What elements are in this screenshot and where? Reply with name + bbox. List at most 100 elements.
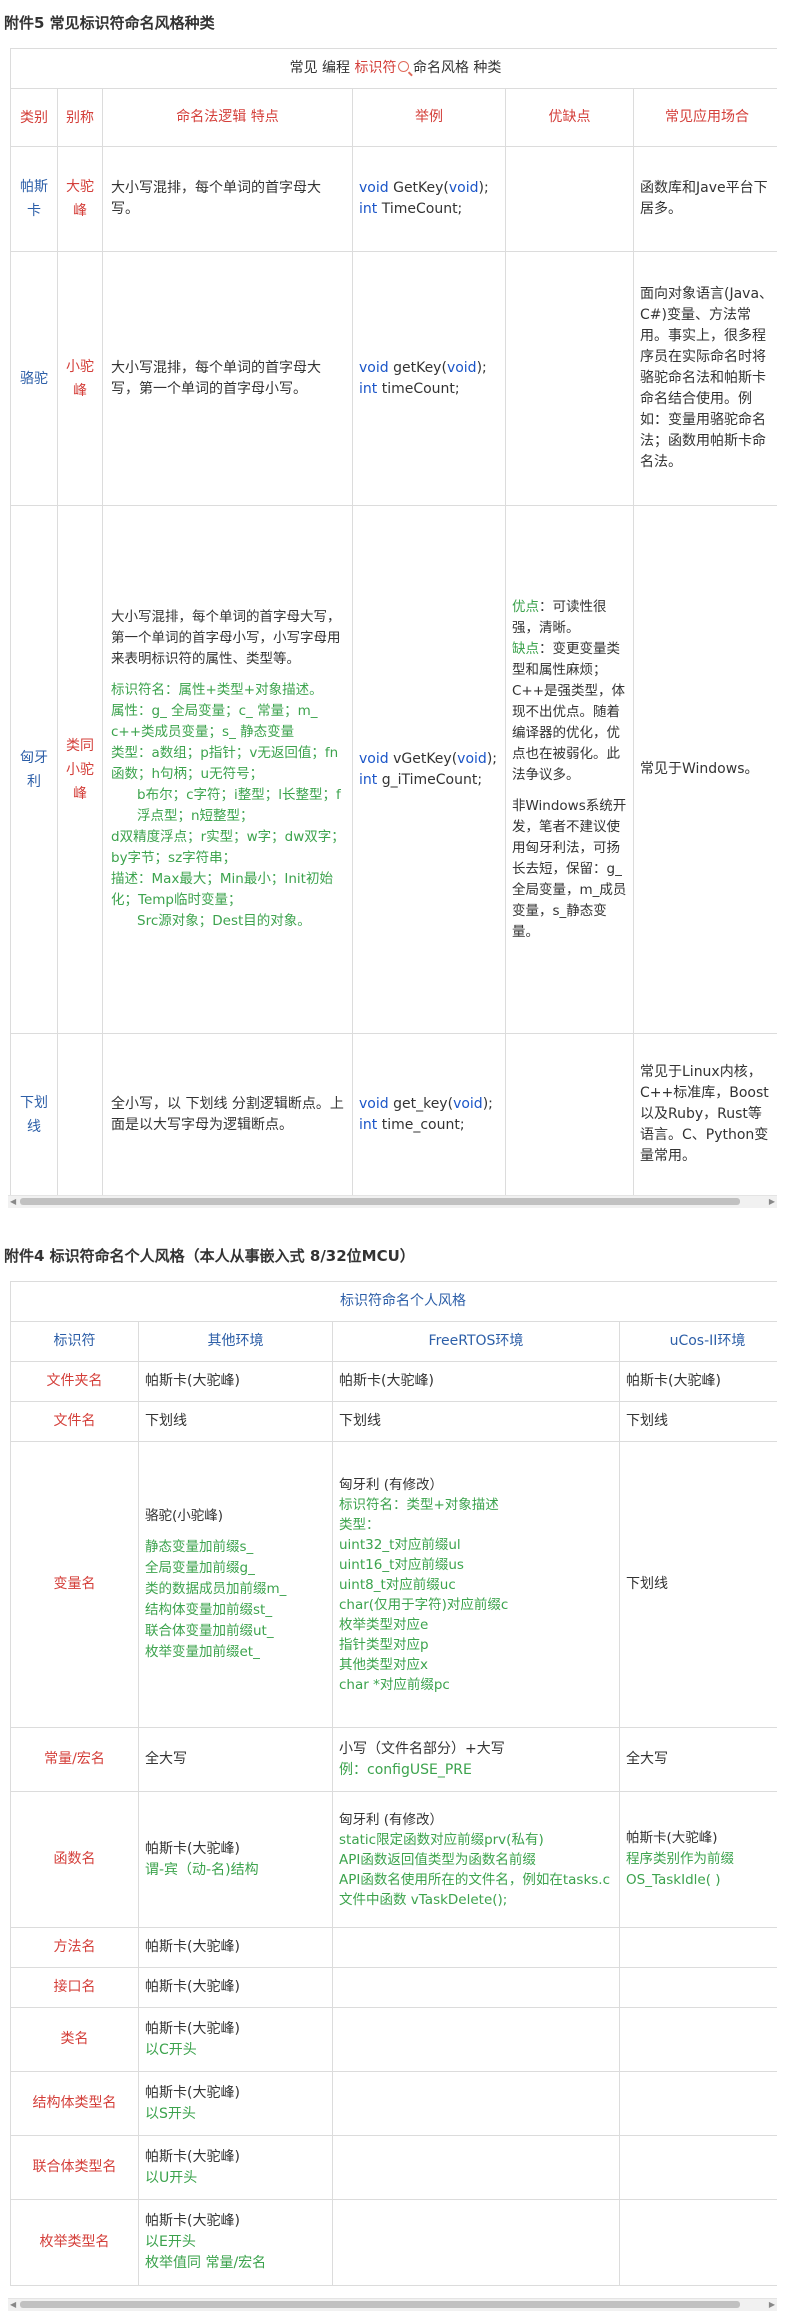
cell-freertos: 匈牙利 (有修改） static限定函数对应前缀prv(私有) API函数返回值… — [332, 1791, 620, 1928]
cell-other: 帕斯卡(大驼峰) 谓-宾（动-名)结构 — [138, 1791, 333, 1928]
category-hungarian: 匈牙利 — [10, 505, 58, 1034]
code: get_key( — [388, 1095, 454, 1112]
text: 帕斯卡(大驼峰) — [145, 2084, 240, 2101]
cons-label: 缺点 — [512, 640, 539, 657]
scroll-left-arrow-icon[interactable]: ◀ — [10, 2300, 16, 2309]
header-identifier: 标识符 — [10, 1321, 139, 1362]
table-row: 联合体类型名 帕斯卡(大驼峰) 以U开头 — [10, 2135, 777, 2200]
header-logic: 命名法逻辑 特点 — [102, 88, 353, 147]
hungarian-types-1: 类型：a数组；p指针；v无返回值；fn函数；h句柄；u无符号； — [111, 745, 339, 782]
cell-ucos: 帕斯卡(大驼峰) — [619, 1361, 777, 1402]
code: vGetKey( — [388, 750, 458, 767]
text: 帕斯卡(大驼峰) — [145, 2213, 240, 2229]
cell-freertos — [332, 1967, 620, 2008]
code: ); — [482, 1095, 493, 1112]
alias-underscore — [57, 1033, 103, 1196]
text: API函数名使用所在的文件名，例如在tasks.c文件中函数 vTaskDele… — [339, 1871, 611, 1908]
scrollbar-thumb[interactable] — [20, 1198, 740, 1205]
usage-underscore: 常见于Linux内核，C++标准库，Boost以及Ruby，Rust等语言。C、… — [633, 1033, 777, 1196]
text: 帕斯卡(大驼峰) — [145, 2148, 240, 2165]
text: 类的数据成员加前缀m_ — [145, 1581, 287, 1597]
cell-freertos: 匈牙利 (有修改） 标识符名：类型+对象描述 类型： uint32_t对应前缀u… — [332, 1441, 620, 1728]
text: 以U开头 — [145, 2169, 198, 2186]
category-camel: 骆驼 — [10, 251, 58, 506]
table-row: 帕斯卡 大驼峰 大小写混排，每个单词的首字母大写。 void GetKey(vo… — [10, 146, 777, 252]
alias-upper-camel: 大驼峰 — [57, 146, 103, 252]
hungarian-desc: 大小写混排，每个单词的首字母大写，第一个单词的首字母小写，小写字母用来表明标识符… — [111, 609, 341, 667]
header-other-env: 其他环境 — [138, 1321, 333, 1362]
text: 匈牙利 (有修改） — [339, 1811, 444, 1828]
hungarian-desc-words: 描述：Max最大；Min最小；Init初始化；Temp临时变量； — [111, 871, 333, 908]
text: 以S开头 — [145, 2105, 196, 2122]
search-icon[interactable] — [397, 61, 409, 72]
category-underscore: 下划线 — [10, 1033, 58, 1196]
hungarian-format: 标识符名：属性+类型+对象描述。 — [111, 682, 323, 698]
cell-ucos — [619, 1927, 777, 1968]
text: char(仅用于字符)对应前缀c — [339, 1596, 509, 1613]
pros-camel — [505, 251, 634, 506]
table1-horizontal-scrollbar[interactable]: ◀ ▶ — [8, 1195, 777, 1208]
usage-hungarian: 常见于Windows。 — [633, 505, 777, 1034]
text: 其他类型对应x — [339, 1656, 428, 1673]
cell-other: 帕斯卡(大驼峰) — [138, 1967, 333, 2008]
text: OS_TaskIdle( ) — [626, 1872, 721, 1888]
code: getKey( — [388, 359, 447, 376]
table2-caption: 附件4 标识符命名个人风格（本人从事嵌入式 8/32位MCU） — [4, 1247, 415, 1265]
pros-underscore — [505, 1033, 634, 1196]
table2-container: 标识符命名个人风格 标识符 其他环境 FreeRTOS环境 uCos-II环境 … — [10, 1281, 777, 2286]
text: 以C开头 — [145, 2041, 197, 2058]
alias-lower-camel: 小驼峰 — [57, 251, 103, 506]
cell-freertos — [332, 2007, 620, 2072]
usage-camel: 面向对象语言(Java、C#)变量、方法常用。事实上，很多程序员在实际命名时将骆… — [633, 251, 777, 506]
cell-ucos — [619, 1967, 777, 2008]
cell-other: 帕斯卡(大驼峰) 以S开头 — [138, 2071, 333, 2136]
cell-other: 帕斯卡(大驼峰) 以U开头 — [138, 2135, 333, 2200]
logic-camel: 大小写混排，每个单词的首字母大写，第一个单词的首字母小写。 — [102, 251, 353, 506]
table-row: 接口名 帕斯卡(大驼峰) — [10, 1967, 777, 2008]
logic-pascal: 大小写混排，每个单词的首字母大写。 — [102, 146, 353, 252]
table1-banner-row: 常见 编程 标识符 命名风格 种类 — [10, 48, 777, 89]
text: 帕斯卡(大驼峰) — [145, 1840, 240, 1857]
table2-banner: 标识符命名个人风格 — [10, 1281, 777, 1322]
table2-horizontal-scrollbar[interactable]: ◀ ▶ — [8, 2298, 777, 2311]
text: 程序类别作为前缀 — [626, 1851, 734, 1867]
cell-other: 骆驼(小驼峰) 静态变量加前缀s_ 全局变量加前缀g_ 类的数据成员加前缀m_ … — [138, 1441, 333, 1728]
table-row: 变量名 骆驼(小驼峰) 静态变量加前缀s_ 全局变量加前缀g_ 类的数据成员加前… — [10, 1441, 777, 1728]
table2-banner-row: 标识符命名个人风格 — [10, 1281, 777, 1322]
table-row: 类名 帕斯卡(大驼峰) 以C开头 — [10, 2007, 777, 2072]
text: 标识符名：类型+对象描述 — [339, 1496, 499, 1513]
cell-ucos — [619, 2135, 777, 2200]
cell-freertos — [332, 2199, 620, 2286]
text: static限定函数对应前缀prv(私有) — [339, 1831, 544, 1848]
table-row: 枚举类型名 帕斯卡(大驼峰) 以E开头 枚举值同 常量/宏名 — [10, 2199, 777, 2286]
kw: int — [359, 380, 378, 397]
example-camel: void getKey(void); int timeCount; — [352, 251, 506, 506]
example-hungarian: void vGetKey(void); int g_iTimeCount; — [352, 505, 506, 1034]
scroll-left-arrow-icon[interactable]: ◀ — [10, 1197, 16, 1206]
id-file: 文件名 — [10, 1401, 139, 1442]
id-method: 方法名 — [10, 1927, 139, 1968]
hungarian-types-2: b布尔；c字符；i整型；l长整型；f浮点型；n短整型； — [137, 787, 341, 824]
kw: int — [359, 201, 378, 217]
id-function: 函数名 — [10, 1791, 139, 1928]
cons-text: ：变更变量类型和属性麻烦；C++是强类型，体现不出优点。随着编译器的优化，优点也… — [512, 640, 626, 783]
table-row: 结构体类型名 帕斯卡(大驼峰) 以S开头 — [10, 2071, 777, 2136]
cell-other: 下划线 — [138, 1401, 333, 1442]
cell-ucos: 全大写 — [619, 1727, 777, 1792]
id-enum-type: 枚举类型名 — [10, 2199, 139, 2286]
cell-ucos — [619, 2007, 777, 2072]
table-row: 下划线 全小写，以 下划线 分割逻辑断点。上面是以大写字母为逻辑断点。 void… — [10, 1033, 777, 1196]
cell-ucos — [619, 2199, 777, 2286]
scrollbar-thumb[interactable] — [20, 2301, 740, 2308]
id-class: 类名 — [10, 2007, 139, 2072]
logic-hungarian: 大小写混排，每个单词的首字母大写，第一个单词的首字母小写，小写字母用来表明标识符… — [102, 505, 353, 1034]
text: uint32_t对应前缀ul — [339, 1536, 461, 1553]
kw: void — [453, 1095, 483, 1112]
banner-link-identifier[interactable]: 标识符 — [355, 60, 397, 76]
scroll-right-arrow-icon[interactable]: ▶ — [769, 1197, 775, 1206]
pros-label: 优点 — [512, 598, 539, 615]
text: char *对应前缀pc — [339, 1676, 450, 1693]
scroll-right-arrow-icon[interactable]: ▶ — [769, 2300, 775, 2309]
example-pascal: void GetKey(void); int TimeCount; — [352, 146, 506, 252]
kw: int — [359, 771, 378, 788]
